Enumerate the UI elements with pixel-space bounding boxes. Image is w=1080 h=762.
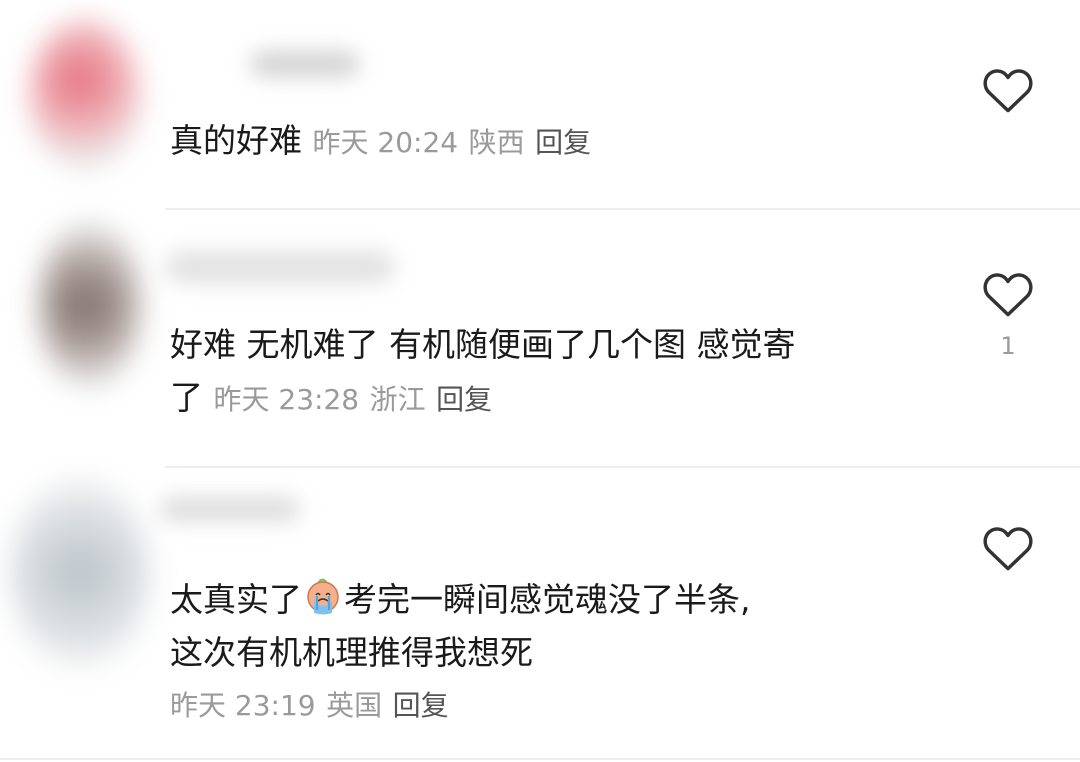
comment-2: 好难 无机难了 有机随便画了几个图 感觉寄 了 昨天 23:28 浙江 回复 1 [0,210,1080,468]
comment-location: 浙江 [369,383,426,416]
comment-meta: 昨天 23:19 英国 回复 [170,677,751,732]
comment-location: 英国 [326,689,383,722]
comment-3: 太真实了 考完一瞬间感觉魂没了半条, 这次有机机理推得我想死 昨天 23:19 … [0,468,1080,762]
comment-1: 真的好难 昨天 20:24 陕西 回复 [0,0,1080,210]
like-count: 1 [1000,332,1016,360]
divider [0,758,1080,760]
comment-body: 太真实了 考完一瞬间感觉魂没了半条, 这次有机机理推得我想死 昨天 23:19 … [170,573,751,732]
comment-time: 昨天 20:24 [312,126,459,159]
comment-text-line1: 好难 无机难了 有机随便画了几个图 感觉寄 [170,325,796,364]
comment-body: 好难 无机难了 有机随便画了几个图 感觉寄 了 昨天 23:28 浙江 回复 [170,318,795,426]
comment-text: 真的好难 [170,121,302,160]
comment-time: 昨天 23:28 [213,383,360,416]
crying-face-emoji-icon [307,578,339,615]
username-blurred[interactable] [160,496,300,522]
username-blurred[interactable] [165,250,395,284]
heart-icon[interactable] [982,66,1034,114]
comment-body: 真的好难 昨天 20:24 陕西 回复 [170,114,591,169]
reply-button[interactable]: 回复 [436,383,492,416]
avatar[interactable] [40,220,140,390]
reply-button[interactable]: 回复 [535,126,591,159]
comment-text-line1-wrap: 太真实了 考完一瞬间感觉魂没了半条, [170,573,751,626]
reply-button[interactable]: 回复 [393,689,449,722]
heart-icon[interactable] [982,270,1034,318]
username-blurred[interactable] [250,50,360,78]
avatar[interactable] [30,20,140,170]
comment-text-part2: 考完一瞬间感觉魂没了半条, [344,580,751,619]
comment-text-line2: 了 [170,378,203,417]
comment-text-line2: 这次有机机理推得我想死 [170,633,533,672]
heart-icon[interactable] [982,524,1034,572]
comment-text-line2-wrap: 了 昨天 23:28 浙江 回复 [170,371,795,426]
avatar[interactable] [10,478,150,668]
comment-time: 昨天 23:19 [170,689,316,722]
comment-location: 陕西 [468,126,525,159]
comment-text-part1: 太真实了 [170,580,302,619]
